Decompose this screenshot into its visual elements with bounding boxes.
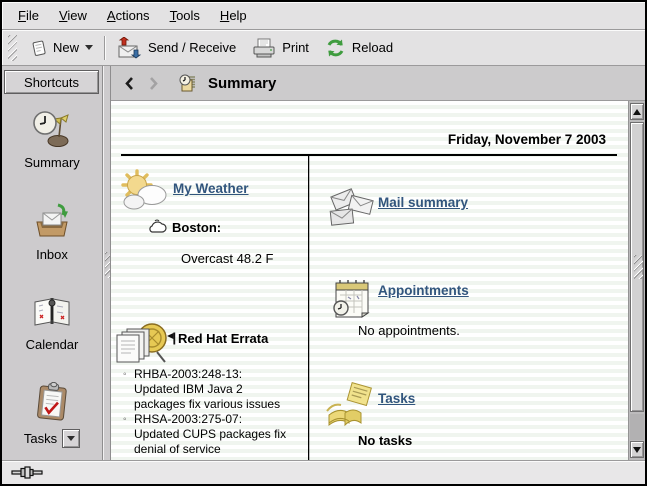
sidebar-item-inbox[interactable]: Inbox xyxy=(2,202,102,262)
sidebar-item-label: Summary xyxy=(24,155,80,170)
scrollbar-track[interactable] xyxy=(630,414,644,440)
view-header: Summary xyxy=(111,66,645,101)
chevron-down-icon xyxy=(67,436,75,441)
mail-summary-link[interactable]: Mail summary xyxy=(378,195,468,210)
weather-icon xyxy=(119,169,171,217)
pane-splitter[interactable] xyxy=(103,66,111,460)
vertical-scrollbar[interactable] xyxy=(628,101,645,460)
send-receive-label: Send / Receive xyxy=(148,40,236,55)
errata-item[interactable]: RHBA-2003:248-13: Updated IBM Java 2 pac… xyxy=(123,367,289,412)
appointments-empty-text: No appointments. xyxy=(358,323,460,338)
toolbar-separator xyxy=(104,36,105,60)
menubar: File View Actions Tools Help xyxy=(2,2,645,30)
menu-view[interactable]: View xyxy=(49,4,97,27)
menu-actions[interactable]: Actions xyxy=(97,4,160,27)
date-rule xyxy=(121,154,617,156)
new-dropdown-chevron-icon[interactable] xyxy=(85,45,93,50)
back-button[interactable] xyxy=(121,74,137,92)
reload-icon xyxy=(325,38,346,58)
small-cloud-icon xyxy=(147,219,167,234)
shortcuts-group-button[interactable]: Shortcuts xyxy=(4,70,99,94)
appointments-link[interactable]: Appointments xyxy=(378,283,469,298)
send-receive-button[interactable]: Send / Receive xyxy=(108,33,244,63)
errata-item[interactable]: RHSA-2003:275-07: Updated CUPS packages … xyxy=(123,412,289,457)
sidebar-item-label: Inbox xyxy=(36,247,68,262)
errata-list: RHBA-2003:248-13: Updated IBM Java 2 pac… xyxy=(123,367,289,457)
summary-content: Friday, November 7 2003 xyxy=(111,101,628,460)
inbox-icon xyxy=(32,202,72,240)
toolbar-grip[interactable] xyxy=(8,35,17,61)
sidebar-item-label: Calendar xyxy=(26,337,79,352)
tasks-empty-text: No tasks xyxy=(358,433,412,448)
online-connector-icon[interactable] xyxy=(11,466,43,479)
new-button[interactable]: New xyxy=(22,35,101,61)
weather-location: Boston: xyxy=(172,220,221,235)
scroll-down-button[interactable] xyxy=(630,441,644,458)
sidebar-item-calendar[interactable]: Calendar xyxy=(2,294,102,352)
tasks-link[interactable]: Tasks xyxy=(378,391,415,406)
thumb-grip-icon xyxy=(634,255,643,279)
menu-file[interactable]: File xyxy=(8,4,49,27)
reload-label: Reload xyxy=(352,40,393,55)
reload-button[interactable]: Reload xyxy=(317,34,401,62)
my-weather-link[interactable]: My Weather xyxy=(173,181,249,196)
view-title: Summary xyxy=(208,75,276,92)
column-divider xyxy=(308,156,309,460)
sidebar-item-label: Tasks xyxy=(24,431,57,446)
errata-heading: Red Hat Errata xyxy=(167,331,268,346)
shortcuts-sidebar: Shortcuts Summary xyxy=(2,66,103,460)
menu-tools[interactable]: Tools xyxy=(160,4,210,27)
summary-clock-icon xyxy=(32,110,72,148)
menu-help[interactable]: Help xyxy=(210,4,257,27)
send-receive-icon xyxy=(116,37,142,59)
new-document-icon xyxy=(30,39,47,57)
print-icon xyxy=(252,38,276,58)
scrollbar-thumb[interactable] xyxy=(630,122,644,412)
errata-icon xyxy=(115,321,171,371)
print-button[interactable]: Print xyxy=(244,34,317,62)
triangle-down-icon xyxy=(633,447,641,453)
flag-icon xyxy=(167,332,176,345)
splitter-grip-icon xyxy=(105,252,110,278)
scroll-up-button[interactable] xyxy=(630,103,644,120)
summary-view-icon xyxy=(177,74,197,93)
print-label: Print xyxy=(282,40,309,55)
tasks-section-icon xyxy=(323,381,377,429)
toolbar: New Send / Receive xyxy=(2,30,645,66)
triangle-up-icon xyxy=(633,109,641,115)
mail-summary-icon xyxy=(327,186,377,230)
weather-conditions: Overcast 48.2 F xyxy=(181,251,273,266)
sidebar-item-summary[interactable]: Summary xyxy=(2,110,102,170)
forward-button[interactable] xyxy=(146,74,162,92)
new-button-label: New xyxy=(53,40,79,55)
tasks-dropdown-button[interactable] xyxy=(62,429,80,448)
statusbar xyxy=(2,460,645,484)
sidebar-item-tasks[interactable]: Tasks xyxy=(2,382,102,448)
tasks-clipboard-icon xyxy=(33,382,71,422)
current-date: Friday, November 7 2003 xyxy=(448,132,606,147)
evolution-window: File View Actions Tools Help New xyxy=(0,0,647,486)
calendar-icon xyxy=(31,294,73,330)
appointments-icon xyxy=(330,275,374,321)
